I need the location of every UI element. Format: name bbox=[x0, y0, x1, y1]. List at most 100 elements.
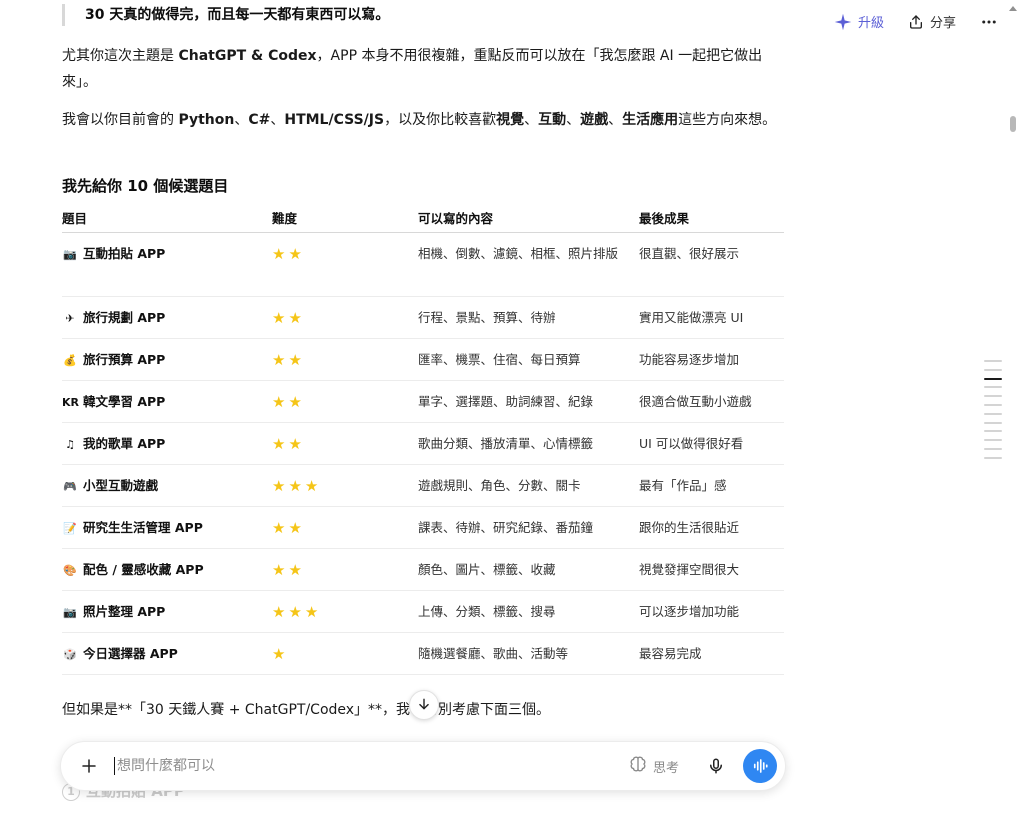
difficulty-stars: ★★★ bbox=[272, 602, 322, 621]
content-cell: 歌曲分類、播放清單、心情標籤 bbox=[418, 422, 639, 465]
topic-table: 題目 難度 可以寫的內容 最後成果 📷 互動拍貼 APP ★★ 相機、倒數、濾鏡、相框… bbox=[62, 204, 784, 675]
content-cell: 單字、選擇題、助詞練習、紀錄 bbox=[418, 380, 639, 423]
memo-icon: 📝 bbox=[63, 521, 77, 535]
column-header-result: 最後成果 bbox=[639, 204, 784, 233]
outline-mark[interactable] bbox=[984, 403, 1002, 406]
sparkle-icon bbox=[834, 13, 852, 31]
outline-mark[interactable] bbox=[984, 368, 1002, 371]
outline-mark[interactable] bbox=[984, 360, 1002, 362]
column-header-content: 可以寫的內容 bbox=[418, 204, 639, 233]
difficulty-stars: ★★★ bbox=[272, 476, 322, 495]
conversation-outline[interactable] bbox=[984, 360, 1002, 466]
difficulty-cell: ★ bbox=[272, 632, 418, 675]
content-cell: 匯率、機票、住宿、每日預算 bbox=[418, 338, 639, 381]
follow-up-paragraph: 但如果是**「30 天鐵人賽 + ChatGPT/Codex」**，我會特別考慮… bbox=[62, 702, 551, 718]
table-row: 📷 照片整理 APP ★★★ 上傳、分類、標籤、搜尋 可以逐步增加功能 bbox=[62, 590, 784, 633]
topic-title-cell: 📷 照片整理 APP bbox=[62, 590, 272, 633]
blockquote: 30 天真的做得完，而且每一天都有東西可以寫。 bbox=[62, 4, 389, 26]
topic-title-cell: 💰 旅行預算 APP bbox=[62, 338, 272, 381]
difficulty-cell: ★★ bbox=[272, 422, 418, 465]
content-cell: 行程、景點、預算、待辦 bbox=[418, 296, 639, 339]
voice-mode-button[interactable] bbox=[743, 749, 777, 783]
share-label: 分享 bbox=[929, 16, 956, 31]
game-controller-icon: 🎮 bbox=[63, 479, 77, 493]
page-scrollbar[interactable] bbox=[1006, 0, 1020, 814]
topic-title: 配色 / 靈感收藏 APP bbox=[83, 561, 204, 577]
dictate-button[interactable] bbox=[707, 757, 725, 775]
topic-title: 研究生生活管理 APP bbox=[83, 519, 203, 535]
result-cell: 最有「作品」感 bbox=[639, 464, 784, 507]
microphone-icon bbox=[710, 758, 722, 774]
topic-title-cell: 🎨 配色 / 靈感收藏 APP bbox=[62, 548, 272, 591]
airplane-icon: ✈ bbox=[65, 311, 75, 325]
arrow-down-icon bbox=[417, 696, 431, 715]
outline-mark[interactable] bbox=[984, 421, 1002, 424]
dice-icon: 🎲 bbox=[63, 647, 77, 661]
result-cell: UI 可以做得很好看 bbox=[639, 422, 784, 465]
outline-mark[interactable] bbox=[984, 447, 1002, 450]
topic-title: 照片整理 APP bbox=[83, 603, 166, 619]
scroll-to-bottom-button[interactable] bbox=[409, 690, 439, 720]
result-cell: 很直觀、很好展示 bbox=[639, 232, 784, 297]
difficulty-stars: ★★ bbox=[272, 392, 305, 411]
scrollbar-thumb[interactable] bbox=[1010, 116, 1016, 132]
text-caret bbox=[114, 757, 115, 775]
prompt-input[interactable] bbox=[117, 758, 629, 774]
table-row: 🎨 配色 / 靈感收藏 APP ★★ 顏色、圖片、標籤、收藏 視覺發揮空間很大 bbox=[62, 548, 784, 591]
outline-mark[interactable] bbox=[984, 395, 1002, 398]
difficulty-stars: ★★ bbox=[272, 244, 305, 263]
topic-title-cell: KR 韓文學習 APP bbox=[62, 380, 272, 423]
difficulty-stars: ★★ bbox=[272, 308, 305, 327]
result-cell: 視覺發揮空間很大 bbox=[639, 548, 784, 591]
difficulty-cell: ★★ bbox=[272, 296, 418, 339]
outline-mark[interactable] bbox=[984, 412, 1002, 415]
content-cell: 相機、倒數、濾鏡、相框、照片排版 bbox=[418, 232, 639, 297]
table-row: 📝 研究生生活管理 APP ★★ 課表、待辦、研究紀錄、番茄鐘 跟你的生活很貼近 bbox=[62, 506, 784, 549]
difficulty-stars: ★★ bbox=[272, 560, 305, 579]
table-row: ♫ 我的歌單 APP ★★ 歌曲分類、播放清單、心情標籤 UI 可以做得很好看 bbox=[62, 422, 784, 465]
camera-icon: 📷 bbox=[63, 605, 77, 619]
palette-icon: 🎨 bbox=[63, 563, 77, 577]
result-cell: 很適合做互動小遊戲 bbox=[639, 380, 784, 423]
table-header-row: 題目 難度 可以寫的內容 最後成果 bbox=[62, 204, 784, 233]
topic-title: 小型互動遊戲 bbox=[83, 477, 159, 493]
topic-title: 韓文學習 APP bbox=[83, 393, 166, 409]
more-options-button[interactable] bbox=[980, 13, 998, 31]
skills-paragraph: 我會以你目前會的 Python、C#、HTML/CSS/JS，以及你比較喜歡視覺… bbox=[62, 112, 777, 128]
korea-flag-icon: KR bbox=[62, 395, 79, 409]
outline-mark[interactable] bbox=[984, 430, 1002, 433]
outline-mark-active[interactable] bbox=[984, 377, 1002, 380]
result-cell: 可以逐步增加功能 bbox=[639, 590, 784, 633]
difficulty-cell: ★★★ bbox=[272, 464, 418, 507]
result-cell: 跟你的生活很貼近 bbox=[639, 506, 784, 549]
more-icon bbox=[980, 13, 998, 31]
scroll-up-arrow-icon[interactable] bbox=[1009, 6, 1017, 11]
upgrade-label: 升級 bbox=[857, 16, 884, 31]
difficulty-cell: ★★ bbox=[272, 232, 418, 297]
topic-title: 旅行預算 APP bbox=[83, 351, 166, 367]
upgrade-button[interactable]: 升級 bbox=[834, 12, 884, 31]
difficulty-cell: ★★ bbox=[272, 338, 418, 381]
conversation-header-actions: 升級 分享 bbox=[834, 12, 998, 31]
outline-mark[interactable] bbox=[984, 439, 1002, 442]
topic-title-cell: 📝 研究生生活管理 APP bbox=[62, 506, 272, 549]
outline-mark[interactable] bbox=[984, 386, 1002, 389]
topic-title: 我的歌單 APP bbox=[83, 435, 166, 451]
topic-title: 互動拍貼 APP bbox=[83, 245, 166, 261]
difficulty-cell: ★★★ bbox=[272, 590, 418, 633]
waveform-icon bbox=[753, 759, 768, 773]
table-row: 💰 旅行預算 APP ★★ 匯率、機票、住宿、每日預算 功能容易逐步增加 bbox=[62, 338, 784, 381]
add-attachment-button[interactable] bbox=[77, 754, 101, 778]
result-cell: 最容易完成 bbox=[639, 632, 784, 675]
result-cell: 實用又能做漂亮 UI bbox=[639, 296, 784, 339]
topic-title-cell: ✈ 旅行規劃 APP bbox=[62, 296, 272, 339]
difficulty-stars: ★★ bbox=[272, 434, 305, 453]
think-mode-button[interactable]: 思考 bbox=[629, 755, 679, 777]
message-composer: 思考 bbox=[60, 741, 786, 791]
column-header-difficulty: 難度 bbox=[272, 204, 418, 233]
share-button[interactable]: 分享 bbox=[908, 12, 956, 31]
outline-mark[interactable] bbox=[984, 456, 1002, 459]
table-row: ✈ 旅行規劃 APP ★★ 行程、景點、預算、待辦 實用又能做漂亮 UI bbox=[62, 296, 784, 339]
plus-icon bbox=[82, 759, 96, 773]
difficulty-stars: ★★ bbox=[272, 350, 305, 369]
